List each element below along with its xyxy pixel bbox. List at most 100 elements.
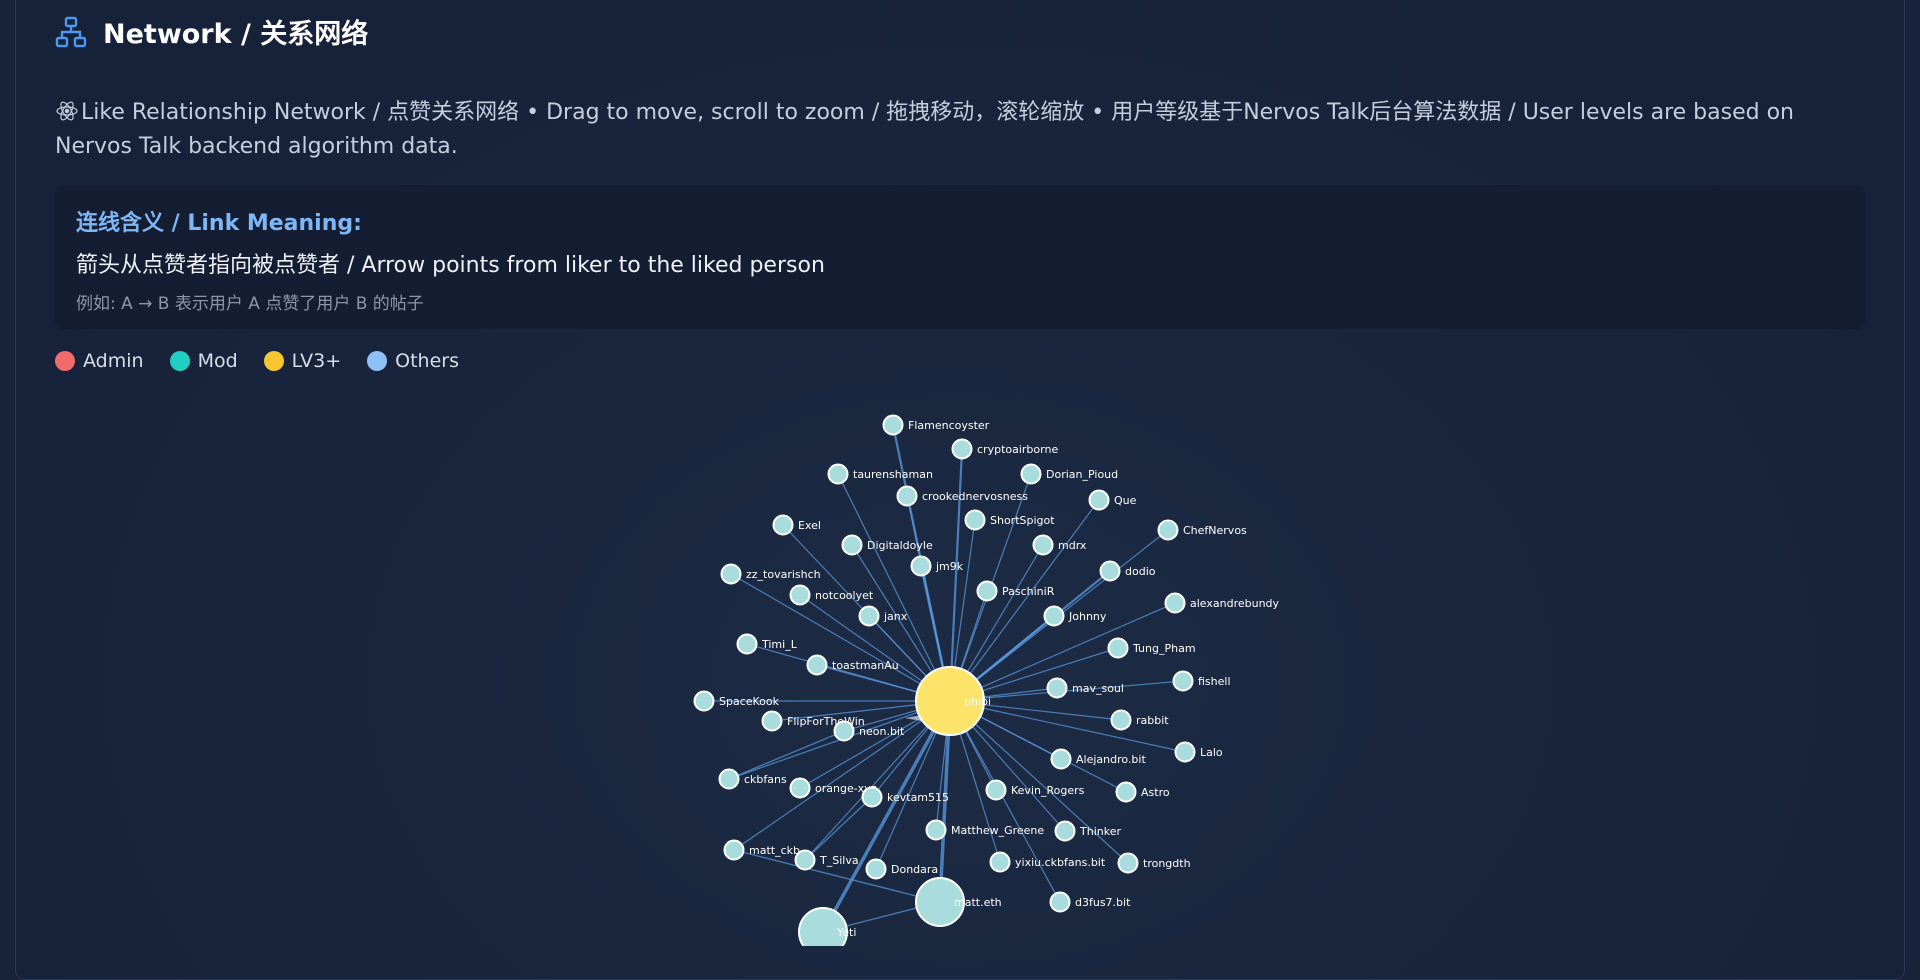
node-circle-johnny[interactable] xyxy=(1043,605,1065,627)
node-circle-kevtam515[interactable] xyxy=(861,786,883,808)
node-thinker[interactable]: Thinker xyxy=(1054,820,1122,842)
node-label-alexandrebundy: alexandrebundy xyxy=(1190,597,1280,610)
node-circle-notcoolyet[interactable] xyxy=(789,584,811,606)
node-dodio[interactable]: dodio xyxy=(1099,560,1156,582)
node-circle-chefnervos[interactable] xyxy=(1157,519,1179,541)
node-digitaldoyle[interactable]: Digitaldoyle xyxy=(841,534,933,556)
node-johnny[interactable]: Johnny xyxy=(1043,605,1107,627)
node-circle-orange-xyz[interactable] xyxy=(789,777,811,799)
node-fishell[interactable]: fishell xyxy=(1172,670,1231,692)
node-circle-spacekook[interactable] xyxy=(693,690,715,712)
node-chefnervos[interactable]: ChefNervos xyxy=(1157,519,1248,541)
node-astro[interactable]: Astro xyxy=(1115,781,1170,803)
node-circle-flamencoyster[interactable] xyxy=(882,414,904,436)
node-lalo[interactable]: Lalo xyxy=(1174,741,1223,763)
node-spacekook[interactable]: SpaceKook xyxy=(693,690,780,712)
node-exel[interactable]: Exel xyxy=(772,514,821,536)
node-circle-cryptoairborne[interactable] xyxy=(951,438,973,460)
node-t-silva[interactable]: T_Silva xyxy=(794,849,859,871)
node-label-matt-eth: matt.eth xyxy=(954,896,1002,909)
node-notcoolyet[interactable]: notcoolyet xyxy=(789,584,874,606)
node-matt-eth[interactable]: matt.eth xyxy=(915,877,1002,927)
node-shortspigot[interactable]: ShortSpigot xyxy=(964,509,1056,531)
node-circle-taurenshaman[interactable] xyxy=(827,463,849,485)
node-jm9k[interactable]: jm9k xyxy=(910,555,964,577)
node-circle-mdrx[interactable] xyxy=(1032,534,1054,556)
node-kevin-rogers[interactable]: Kevin_Rogers xyxy=(985,779,1085,801)
node-ckbfans[interactable]: ckbfans xyxy=(718,768,787,790)
node-label-ckbfans: ckbfans xyxy=(744,773,787,786)
node-zz-tovarishch[interactable]: zz_tovarishch xyxy=(720,563,821,585)
node-circle-fishell[interactable] xyxy=(1172,670,1194,692)
node-circle-astro[interactable] xyxy=(1115,781,1137,803)
node-label-yixiu-ckbfans-bit: yixiu.ckbfans.bit xyxy=(1015,856,1106,869)
node-tung-pham[interactable]: Tung_Pham xyxy=(1107,637,1196,659)
node-circle-alexandrebundy[interactable] xyxy=(1164,592,1186,614)
node-circle-crookednervosness[interactable] xyxy=(896,485,918,507)
node-circle-shortspigot[interactable] xyxy=(964,509,986,531)
node-circle-kevin-rogers[interactable] xyxy=(985,779,1007,801)
node-timi-l[interactable]: Timi_L xyxy=(736,633,798,655)
node-label-spacekook: SpaceKook xyxy=(719,695,780,708)
node-label-exel: Exel xyxy=(798,519,821,532)
node-circle-toastmanau[interactable] xyxy=(806,654,828,676)
node-mdrx[interactable]: mdrx xyxy=(1032,534,1087,556)
node-alexandrebundy[interactable]: alexandrebundy xyxy=(1164,592,1280,614)
node-circle-d3fus7-bit[interactable] xyxy=(1049,891,1071,913)
node-trongdth[interactable]: trongdth xyxy=(1117,852,1191,874)
node-circle-mav-soul[interactable] xyxy=(1046,677,1068,699)
node-yixiu-ckbfans-bit[interactable]: yixiu.ckbfans.bit xyxy=(989,851,1106,873)
node-circle-dorian-pioud[interactable] xyxy=(1020,463,1042,485)
node-crookednervosness[interactable]: crookednervosness xyxy=(896,485,1029,507)
node-circle-dondara[interactable] xyxy=(865,858,887,880)
node-neon-bit[interactable]: neon.bit xyxy=(833,720,905,742)
node-label-taurenshaman: taurenshaman xyxy=(853,468,933,481)
node-circle-ckbfans[interactable] xyxy=(718,768,740,790)
node-mav-soul[interactable]: mav_soul xyxy=(1046,677,1124,699)
node-circle-zz-tovarishch[interactable] xyxy=(720,563,742,585)
node-label-dorian-pioud: Dorian_Pioud xyxy=(1046,468,1118,481)
node-dorian-pioud[interactable]: Dorian_Pioud xyxy=(1020,463,1119,485)
node-circle-yixiu-ckbfans-bit[interactable] xyxy=(989,851,1011,873)
node-circle-dodio[interactable] xyxy=(1099,560,1121,582)
node-toastmanau[interactable]: toastmanAu xyxy=(806,654,899,676)
network-graph[interactable]: Flamencoyster cryptoairborne taurenshaman D… xyxy=(0,0,1920,946)
node-kevtam515[interactable]: kevtam515 xyxy=(861,786,950,808)
node-d3fus7-bit[interactable]: d3fus7.bit xyxy=(1049,891,1132,913)
node-circle-t-silva[interactable] xyxy=(794,849,816,871)
node-circle-exel[interactable] xyxy=(772,514,794,536)
node-circle-rabbit[interactable] xyxy=(1110,709,1132,731)
node-janx[interactable]: janx xyxy=(858,605,908,627)
node-circle-janx[interactable] xyxy=(858,605,880,627)
node-label-yeti: Yeti xyxy=(836,926,856,939)
node-circle-lalo[interactable] xyxy=(1174,741,1196,763)
node-circle-paschinir[interactable] xyxy=(976,580,998,602)
node-label-jm9k: jm9k xyxy=(935,560,964,573)
node-yeti[interactable]: Yeti xyxy=(798,907,856,946)
node-circle-alejandro-bit[interactable] xyxy=(1050,748,1072,770)
node-label-paschinir: PaschiniR xyxy=(1002,585,1055,598)
node-label-kevtam515: kevtam515 xyxy=(887,791,949,804)
node-label-johnny: Johnny xyxy=(1068,610,1107,623)
node-label-thinker: Thinker xyxy=(1079,825,1121,838)
node-circle-matthew-greene[interactable] xyxy=(925,819,947,841)
node-matt-ckb[interactable]: matt_ckb xyxy=(723,839,801,861)
node-flamencoyster[interactable]: Flamencoyster xyxy=(882,414,990,436)
node-rabbit[interactable]: rabbit xyxy=(1110,709,1170,731)
node-circle-flipforthewin[interactable] xyxy=(761,710,783,732)
node-circle-que[interactable] xyxy=(1088,489,1110,511)
node-circle-thinker[interactable] xyxy=(1054,820,1076,842)
node-taurenshaman[interactable]: taurenshaman xyxy=(827,463,933,485)
node-cryptoairborne[interactable]: cryptoairborne xyxy=(951,438,1059,460)
node-que[interactable]: Que xyxy=(1088,489,1137,511)
node-circle-neon-bit[interactable] xyxy=(833,720,855,742)
node-circle-matt-ckb[interactable] xyxy=(723,839,745,861)
node-circle-tung-pham[interactable] xyxy=(1107,637,1129,659)
node-circle-timi-l[interactable] xyxy=(736,633,758,655)
node-circle-trongdth[interactable] xyxy=(1117,852,1139,874)
node-circle-jm9k[interactable] xyxy=(910,555,932,577)
node-dondara[interactable]: Dondara xyxy=(865,858,939,880)
node-alejandro-bit[interactable]: Alejandro.bit xyxy=(1050,748,1147,770)
node-circle-digitaldoyle[interactable] xyxy=(841,534,863,556)
node-paschinir[interactable]: PaschiniR xyxy=(976,580,1055,602)
